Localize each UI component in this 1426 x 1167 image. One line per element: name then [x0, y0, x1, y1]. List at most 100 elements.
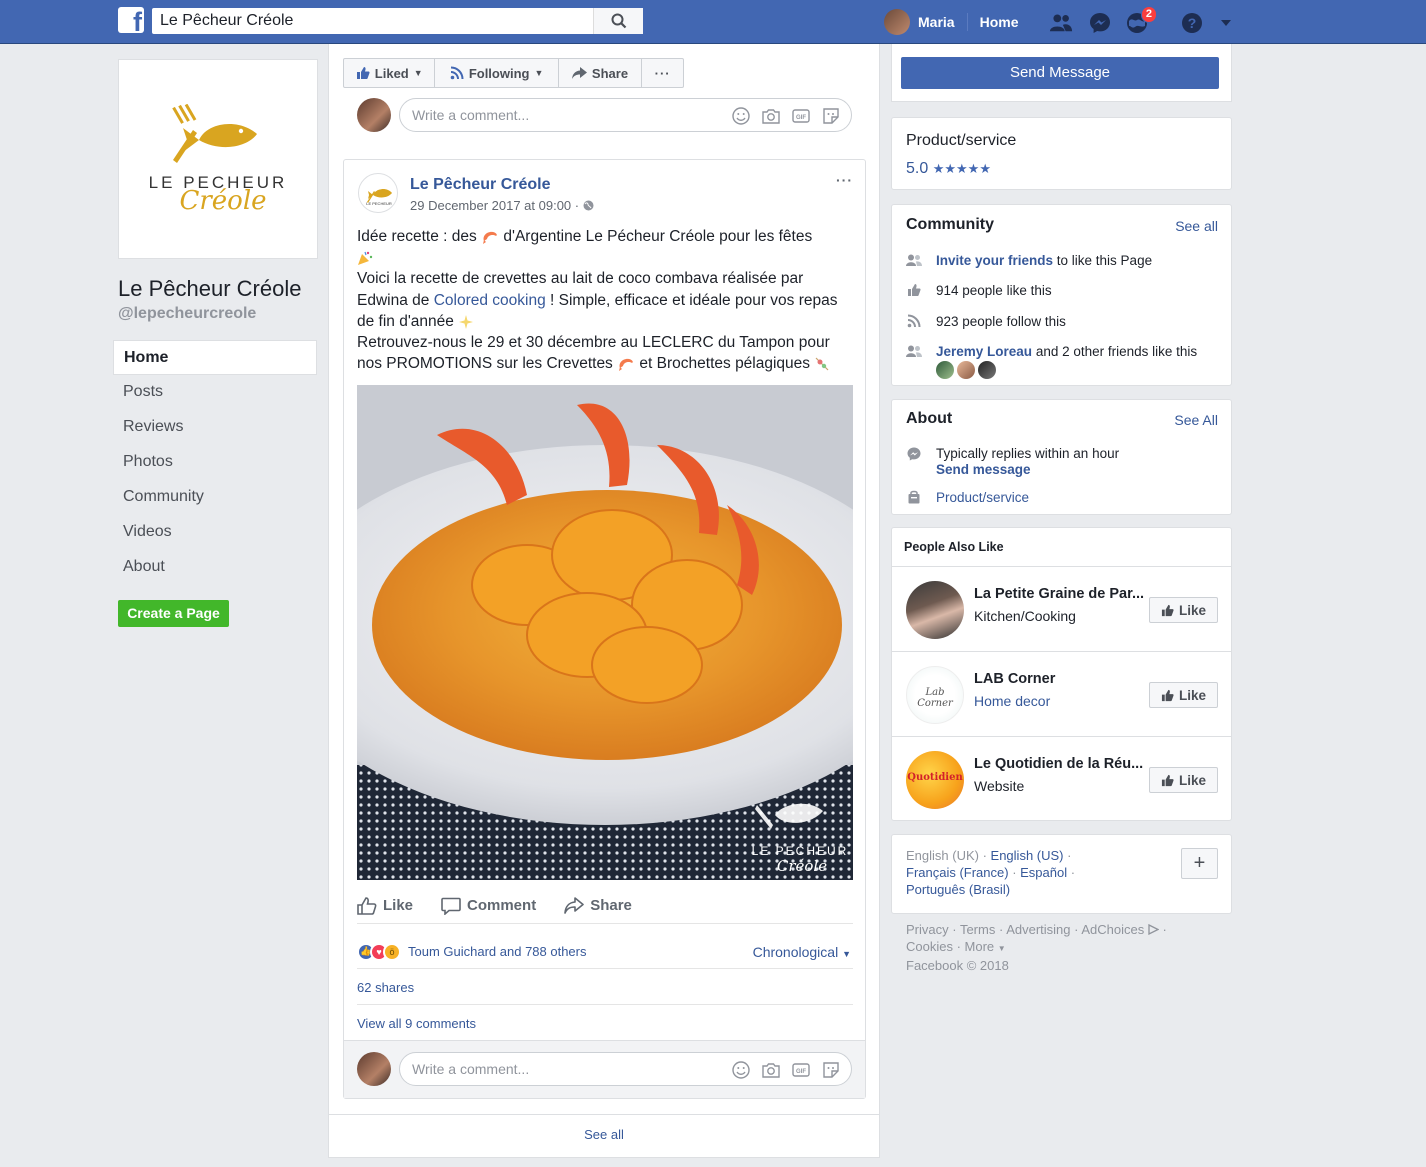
friend-avatar[interactable] — [978, 361, 996, 379]
star-rating-icon: ★★★★★ — [932, 161, 991, 176]
send-message-link[interactable]: Send message — [936, 462, 1119, 477]
nav-item-about[interactable]: About — [113, 550, 317, 585]
suggested-page-avatar[interactable]: Quotidien — [906, 751, 964, 809]
about-category-row: Product/service — [906, 489, 1029, 505]
commenter-avatar[interactable] — [357, 1052, 391, 1086]
following-button[interactable]: Following ▼ — [435, 59, 559, 87]
like-button[interactable]: Like — [357, 896, 413, 915]
liked-button[interactable]: Liked ▼ — [344, 59, 436, 87]
post-photo[interactable]: LE PECHEUR Créole — [357, 385, 853, 880]
suggested-page-avatar[interactable] — [906, 581, 964, 639]
suggested-page-name[interactable]: La Petite Graine de Par... — [974, 586, 1146, 602]
friends-like-text: and 2 other friends like this — [1032, 343, 1198, 359]
sticker-icon[interactable] — [821, 1060, 841, 1080]
reaction-icons[interactable]: 👍 ♥ ö — [357, 942, 401, 961]
rating-summary[interactable]: 5.0 ★★★★★ — [906, 160, 991, 178]
search-button[interactable] — [593, 8, 643, 34]
friend-name-link[interactable]: Jeremy Loreau — [936, 344, 1032, 359]
copyright-text: Facebook © 2018 — [906, 958, 1009, 973]
gif-icon[interactable]: GIF — [791, 1060, 811, 1080]
likes-count-text[interactable]: 914 people like this — [936, 283, 1052, 298]
help-icon[interactable]: ? — [1180, 11, 1204, 35]
like-page-button[interactable]: Like — [1149, 767, 1218, 793]
adchoices-link[interactable]: AdChoices — [1081, 922, 1160, 937]
people-also-like-card: People Also Like La Petite Graine de Par… — [891, 527, 1232, 821]
comment-button[interactable]: Comment — [441, 897, 536, 915]
language-link-espanol[interactable]: Español — [1020, 865, 1067, 880]
advertising-link[interactable]: Advertising — [1006, 922, 1070, 937]
page-profile-picture[interactable]: LE PECHEUR Créole — [118, 59, 318, 259]
post-options-button[interactable]: ··· — [836, 172, 853, 188]
svg-text:GIF: GIF — [796, 115, 806, 121]
like-page-button[interactable]: Like — [1149, 682, 1218, 708]
post-author-avatar[interactable]: LE PECHEUR — [358, 173, 398, 213]
nav-item-videos[interactable]: Videos — [113, 515, 317, 550]
sticker-icon[interactable] — [821, 106, 841, 126]
gif-icon[interactable]: GIF — [791, 106, 811, 126]
cookies-link[interactable]: Cookies — [906, 939, 953, 954]
rss-follow-icon — [906, 313, 922, 329]
product-bag-icon — [906, 489, 922, 505]
caret-down-icon: ▼ — [534, 68, 544, 78]
language-link-english-us[interactable]: English (US) — [991, 848, 1064, 863]
page-footer: Privacy · Terms · Advertising · AdChoice… — [906, 922, 1167, 973]
create-page-button[interactable]: Create a Page — [118, 600, 229, 627]
comment-input[interactable]: Write a comment... GIF — [399, 98, 852, 132]
more-options-button[interactable]: ··· — [642, 59, 683, 87]
about-see-all-link[interactable]: See All — [1174, 412, 1218, 428]
like-page-button[interactable]: Like — [1149, 597, 1218, 623]
emoji-icon[interactable] — [731, 106, 751, 126]
comment-sort-dropdown[interactable]: Chronological ▼ — [753, 944, 851, 960]
profile-link[interactable]: Maria — [918, 14, 955, 30]
comment-input[interactable]: Write a comment... GIF — [399, 1052, 852, 1086]
nav-item-reviews[interactable]: Reviews — [113, 410, 317, 445]
friend-avatar[interactable] — [957, 361, 975, 379]
user-avatar[interactable] — [884, 9, 910, 35]
invite-friends-link[interactable]: Invite your friends — [936, 253, 1053, 268]
share-page-button[interactable]: Share — [559, 59, 643, 87]
more-languages-button[interactable]: + — [1181, 848, 1218, 879]
share-button[interactable]: Share — [564, 897, 632, 914]
follows-count-text[interactable]: 923 people follow this — [936, 314, 1066, 329]
friend-avatar[interactable] — [936, 361, 954, 379]
colored-cooking-link[interactable]: Colored cooking — [434, 292, 546, 309]
friend-requests-icon[interactable] — [1049, 11, 1073, 35]
post-timestamp[interactable]: 29 December 2017 at 09:00 · — [410, 198, 594, 213]
suggested-page-category-link[interactable]: Home decor — [974, 693, 1050, 709]
commenter-avatar[interactable] — [357, 98, 391, 132]
invite-friends-row: Invite your friends to like this Page — [906, 252, 1152, 268]
camera-icon[interactable] — [761, 1060, 781, 1080]
page-username[interactable]: @lepecheurcreole — [118, 305, 256, 323]
privacy-link[interactable]: Privacy — [906, 922, 949, 937]
page-title[interactable]: Le Pêcheur Créole — [118, 276, 301, 302]
language-link-francais[interactable]: Français (France) — [906, 865, 1009, 880]
more-footer-link[interactable]: More ▼ — [965, 939, 1006, 954]
camera-icon[interactable] — [761, 106, 781, 126]
share-label: Share — [590, 897, 632, 914]
notifications-icon[interactable]: 2 — [1125, 6, 1157, 35]
facebook-logo-icon[interactable]: f — [118, 7, 144, 33]
nav-item-posts[interactable]: Posts — [113, 375, 317, 410]
language-link-portugues[interactable]: Português (Brasil) — [906, 882, 1010, 897]
reactions-text[interactable]: Toum Guichard and 788 others — [408, 944, 587, 959]
shares-count[interactable]: 62 shares — [357, 971, 853, 1005]
suggested-page-name[interactable]: Le Quotidien de la Réu... — [974, 756, 1146, 772]
account-menu-chevron-down-icon[interactable] — [1214, 11, 1238, 35]
community-see-all-link[interactable]: See all — [1175, 218, 1218, 234]
home-link[interactable]: Home — [980, 14, 1019, 30]
send-message-button[interactable]: Send Message — [901, 57, 1219, 89]
emoji-icon[interactable] — [731, 1060, 751, 1080]
search-input[interactable] — [152, 8, 592, 34]
category-link[interactable]: Product/service — [936, 490, 1029, 505]
suggested-page-name[interactable]: LAB Corner — [974, 671, 1146, 687]
nav-item-photos[interactable]: Photos — [113, 445, 317, 480]
nav-item-home[interactable]: Home — [113, 340, 317, 375]
send-message-container: Send Message — [891, 44, 1232, 102]
nav-item-community[interactable]: Community — [113, 480, 317, 515]
view-all-comments-link[interactable]: View all 9 comments — [357, 1007, 476, 1041]
see-all-posts-link[interactable]: See all — [329, 1114, 879, 1158]
terms-link[interactable]: Terms — [960, 922, 995, 937]
suggested-page-avatar[interactable]: Lab Corner — [906, 666, 964, 724]
messenger-icon[interactable] — [1088, 11, 1112, 35]
post-author-link[interactable]: Le Pêcheur Créole — [410, 176, 551, 194]
